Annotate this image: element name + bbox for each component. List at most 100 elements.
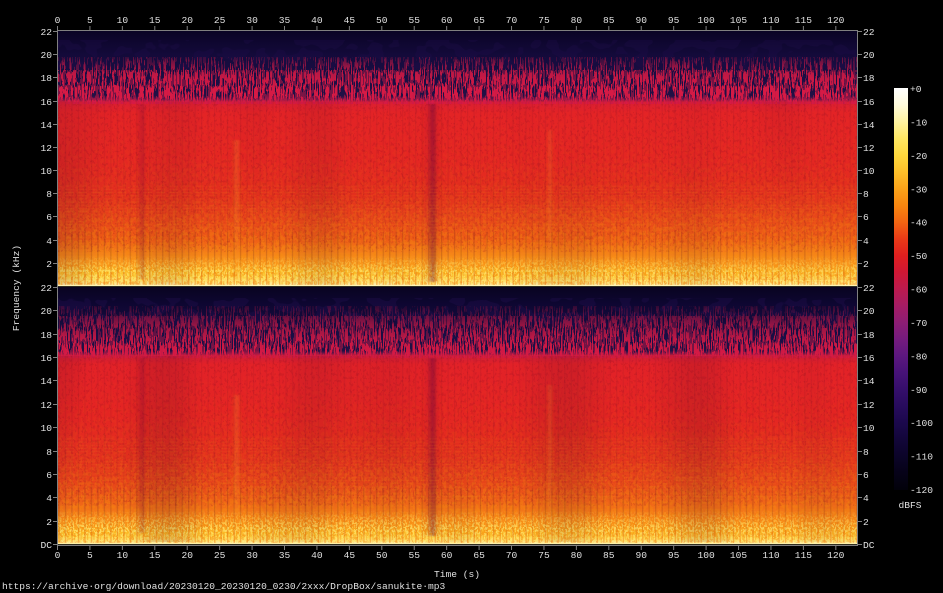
svg-text:DC: DC bbox=[863, 540, 875, 551]
svg-text:14: 14 bbox=[863, 120, 875, 131]
svg-text:40: 40 bbox=[311, 15, 323, 26]
svg-text:12: 12 bbox=[863, 400, 875, 411]
svg-text:-90: -90 bbox=[910, 385, 928, 396]
svg-text:65: 65 bbox=[473, 15, 485, 26]
svg-text:12: 12 bbox=[40, 400, 52, 411]
svg-text:55: 55 bbox=[408, 550, 420, 561]
svg-text:8: 8 bbox=[863, 189, 869, 200]
svg-text:16: 16 bbox=[863, 97, 875, 108]
svg-text:110: 110 bbox=[762, 550, 780, 561]
svg-text:20: 20 bbox=[181, 550, 193, 561]
svg-text:100: 100 bbox=[697, 550, 715, 561]
svg-text:12: 12 bbox=[863, 143, 875, 154]
svg-text:4: 4 bbox=[863, 493, 869, 504]
svg-text:70: 70 bbox=[506, 15, 518, 26]
svg-text:18: 18 bbox=[40, 330, 52, 341]
svg-text:10: 10 bbox=[117, 15, 129, 26]
svg-text:dBFS: dBFS bbox=[898, 500, 921, 511]
svg-text:15: 15 bbox=[149, 15, 161, 26]
svg-text:6: 6 bbox=[46, 470, 52, 481]
svg-text:8: 8 bbox=[46, 447, 52, 458]
svg-text:80: 80 bbox=[571, 15, 583, 26]
svg-text:55: 55 bbox=[408, 15, 420, 26]
svg-text:110: 110 bbox=[762, 15, 780, 26]
svg-text:16: 16 bbox=[863, 353, 875, 364]
svg-text:90: 90 bbox=[635, 550, 647, 561]
svg-text:20: 20 bbox=[863, 306, 875, 317]
svg-text:30: 30 bbox=[246, 550, 258, 561]
svg-text:50: 50 bbox=[376, 550, 388, 561]
svg-text:Time (s): Time (s) bbox=[434, 569, 480, 580]
svg-text:-110: -110 bbox=[910, 452, 933, 463]
svg-text:-40: -40 bbox=[910, 218, 928, 229]
svg-text:10: 10 bbox=[40, 166, 52, 177]
svg-text:115: 115 bbox=[795, 550, 813, 561]
svg-text:85: 85 bbox=[603, 15, 615, 26]
svg-text:10: 10 bbox=[40, 423, 52, 434]
svg-text:4: 4 bbox=[46, 236, 52, 247]
svg-text:115: 115 bbox=[795, 15, 813, 26]
svg-text:20: 20 bbox=[863, 50, 875, 61]
svg-text:10: 10 bbox=[117, 550, 129, 561]
svg-text:18: 18 bbox=[863, 330, 875, 341]
svg-text:+0: +0 bbox=[910, 84, 922, 95]
svg-text:75: 75 bbox=[538, 15, 550, 26]
svg-text:100: 100 bbox=[697, 15, 715, 26]
svg-text:12: 12 bbox=[40, 143, 52, 154]
svg-text:35: 35 bbox=[279, 15, 291, 26]
svg-text:22: 22 bbox=[40, 27, 52, 38]
svg-text:70: 70 bbox=[506, 550, 518, 561]
svg-text:16: 16 bbox=[40, 97, 52, 108]
svg-text:8: 8 bbox=[863, 447, 869, 458]
svg-text:60: 60 bbox=[441, 15, 453, 26]
svg-text:-70: -70 bbox=[910, 318, 928, 329]
svg-text:2: 2 bbox=[46, 259, 52, 270]
svg-text:105: 105 bbox=[730, 550, 748, 561]
svg-text:20: 20 bbox=[40, 50, 52, 61]
svg-text:20: 20 bbox=[181, 15, 193, 26]
svg-text:18: 18 bbox=[40, 73, 52, 84]
svg-text:90: 90 bbox=[635, 15, 647, 26]
svg-text:120: 120 bbox=[827, 15, 845, 26]
svg-text:45: 45 bbox=[344, 15, 356, 26]
svg-text:75: 75 bbox=[538, 550, 550, 561]
svg-text:40: 40 bbox=[311, 550, 323, 561]
svg-text:10: 10 bbox=[863, 423, 875, 434]
svg-text:8: 8 bbox=[46, 189, 52, 200]
svg-text:35: 35 bbox=[279, 550, 291, 561]
svg-text:2: 2 bbox=[46, 517, 52, 528]
svg-text:85: 85 bbox=[603, 550, 615, 561]
svg-text:14: 14 bbox=[40, 376, 52, 387]
svg-text:2: 2 bbox=[863, 517, 869, 528]
svg-text:6: 6 bbox=[863, 212, 869, 223]
svg-text:120: 120 bbox=[827, 550, 845, 561]
svg-text:4: 4 bbox=[46, 493, 52, 504]
svg-text:14: 14 bbox=[40, 120, 52, 131]
svg-text:25: 25 bbox=[214, 15, 226, 26]
svg-text:20: 20 bbox=[40, 306, 52, 317]
svg-text:5: 5 bbox=[87, 550, 93, 561]
svg-text:30: 30 bbox=[246, 15, 258, 26]
svg-text:45: 45 bbox=[344, 550, 356, 561]
svg-text:0: 0 bbox=[55, 15, 61, 26]
svg-text:80: 80 bbox=[571, 550, 583, 561]
svg-text:https://archive·org/download/2: https://archive·org/download/20230120_20… bbox=[2, 581, 446, 592]
svg-text:6: 6 bbox=[46, 212, 52, 223]
svg-text:60: 60 bbox=[441, 550, 453, 561]
svg-text:6: 6 bbox=[863, 470, 869, 481]
svg-text:25: 25 bbox=[214, 550, 226, 561]
svg-text:95: 95 bbox=[668, 15, 680, 26]
svg-text:10: 10 bbox=[863, 166, 875, 177]
svg-text:5: 5 bbox=[87, 15, 93, 26]
svg-text:18: 18 bbox=[863, 73, 875, 84]
svg-text:105: 105 bbox=[730, 15, 748, 26]
svg-text:-30: -30 bbox=[910, 184, 928, 195]
svg-text:15: 15 bbox=[149, 550, 161, 561]
svg-text:Frequency (kHz): Frequency (kHz) bbox=[11, 245, 22, 331]
svg-text:4: 4 bbox=[863, 236, 869, 247]
svg-text:65: 65 bbox=[473, 550, 485, 561]
svg-text:-120: -120 bbox=[910, 485, 933, 496]
svg-text:0: 0 bbox=[55, 550, 61, 561]
svg-text:2: 2 bbox=[863, 259, 869, 270]
svg-text:-60: -60 bbox=[910, 285, 928, 296]
